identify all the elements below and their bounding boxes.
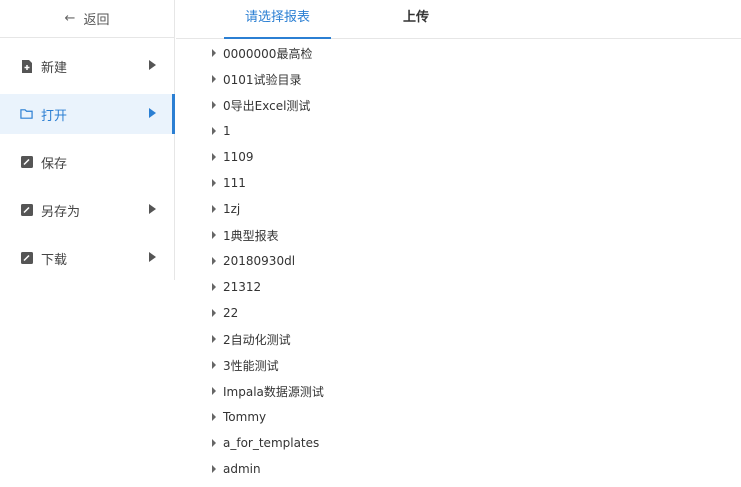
caret-right-icon[interactable] <box>212 101 216 109</box>
tree-item[interactable]: 0000000最高检 <box>212 40 732 66</box>
caret-right-icon[interactable] <box>212 439 216 447</box>
tree-item-label: admin <box>223 462 261 476</box>
tree-item[interactable]: 0101试验目录 <box>212 66 732 92</box>
caret-right-icon[interactable] <box>212 309 216 317</box>
tree-item-label: a_for_templates <box>223 436 320 450</box>
file-add-icon <box>20 59 33 73</box>
sidebar: ← 返回 新建 打开 保存 另存为 下载 <box>0 0 175 280</box>
caret-right-icon[interactable] <box>212 413 216 421</box>
tree-item-label: 3性能测试 <box>223 358 279 373</box>
menu-item-label: 新建 <box>41 60 68 76</box>
menu-item-save-as[interactable]: 另存为 <box>0 190 174 230</box>
tree-item-label: 0导出Excel测试 <box>223 98 311 113</box>
download-icon <box>20 252 33 265</box>
tab-bar: 请选择报表 上传 <box>176 0 741 39</box>
tree-item-label: 1典型报表 <box>223 228 279 243</box>
menu-item-download[interactable]: 下载 <box>0 238 174 278</box>
caret-right-icon <box>149 60 156 70</box>
folder-icon <box>20 108 33 121</box>
tree-item[interactable]: 2自动化测试 <box>212 326 732 352</box>
tab-upload[interactable]: 上传 <box>376 0 456 39</box>
caret-right-icon[interactable] <box>212 257 216 265</box>
tree-item-label: 20180930dl <box>223 254 296 268</box>
tree-item[interactable]: a_for_templates <box>212 430 732 456</box>
menu-item-label: 打开 <box>41 108 68 124</box>
caret-right-icon <box>149 252 156 262</box>
tree-item-label: 22 <box>223 306 239 320</box>
tree-item[interactable]: Tommy <box>212 404 732 430</box>
back-button[interactable]: ← 返回 <box>0 0 174 38</box>
caret-right-icon[interactable] <box>212 231 216 239</box>
caret-right-icon[interactable] <box>212 283 216 291</box>
menu-item-label: 另存为 <box>41 204 81 220</box>
tree-item[interactable]: 21312 <box>212 274 732 300</box>
tab-select-report[interactable]: 请选择报表 <box>224 0 331 39</box>
caret-right-icon[interactable] <box>212 205 216 213</box>
caret-right-icon <box>149 108 156 118</box>
tree-item[interactable]: 20180930dl <box>212 248 732 274</box>
save-icon <box>20 156 33 169</box>
caret-right-icon[interactable] <box>212 465 216 473</box>
tree-item[interactable]: 1 <box>212 118 732 144</box>
menu-item-label: 下载 <box>41 252 68 268</box>
tree-item[interactable]: 0导出Excel测试 <box>212 92 732 118</box>
caret-right-icon[interactable] <box>212 127 216 135</box>
tree-item-label: 1 <box>223 124 231 138</box>
caret-right-icon[interactable] <box>212 387 216 395</box>
tree-item[interactable]: 111 <box>212 170 732 196</box>
tree-item[interactable]: 1典型报表 <box>212 222 732 248</box>
tree-item[interactable]: Impala数据源测试 <box>212 378 732 404</box>
caret-right-icon[interactable] <box>212 153 216 161</box>
menu-item-new[interactable]: 新建 <box>0 46 174 86</box>
save-as-icon <box>20 204 33 217</box>
tree-item-label: 2自动化测试 <box>223 332 291 347</box>
tree-item-label: Tommy <box>223 410 267 424</box>
caret-right-icon[interactable] <box>212 179 216 187</box>
report-tree: 0000000最高检 0101试验目录 0导出Excel测试 1 1109 111 1zj 1… <box>212 40 732 482</box>
tree-item[interactable]: admin <box>212 456 732 482</box>
menu-item-label: 保存 <box>41 156 68 172</box>
caret-right-icon[interactable] <box>212 75 216 83</box>
tree-item[interactable]: 1zj <box>212 196 732 222</box>
tree-item-label: 1109 <box>223 150 254 164</box>
menu-item-open[interactable]: 打开 <box>0 94 175 134</box>
back-label: 返回 <box>83 13 110 28</box>
caret-right-icon[interactable] <box>212 49 216 57</box>
arrow-left-icon: ← <box>64 11 76 26</box>
tree-item-label: 1zj <box>223 202 241 216</box>
caret-right-icon <box>149 204 156 214</box>
tree-item-label: 111 <box>223 176 246 190</box>
tree-item-label: 0000000最高检 <box>223 46 313 61</box>
tree-item[interactable]: 22 <box>212 300 732 326</box>
caret-right-icon[interactable] <box>212 361 216 369</box>
tree-item-label: Impala数据源测试 <box>223 384 324 399</box>
tree-item[interactable]: 3性能测试 <box>212 352 732 378</box>
tree-item-label: 21312 <box>223 280 262 294</box>
tree-item[interactable]: 1109 <box>212 144 732 170</box>
caret-right-icon[interactable] <box>212 335 216 343</box>
tree-item-label: 0101试验目录 <box>223 72 302 87</box>
menu-item-save[interactable]: 保存 <box>0 142 174 182</box>
